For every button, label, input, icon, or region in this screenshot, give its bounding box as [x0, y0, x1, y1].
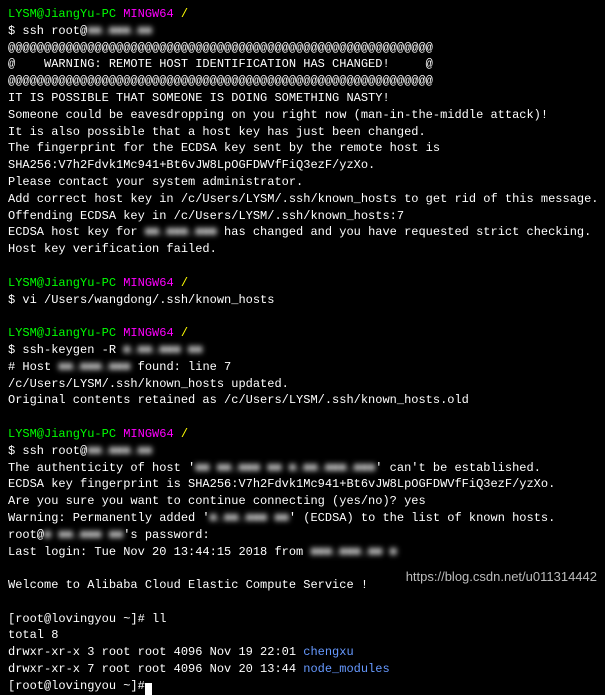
cmd-ssh-1: $ ssh root@■■.■■■.■■	[8, 23, 597, 40]
output-line: The authenticity of host '■■ ■■.■■■ ■■ ■…	[8, 460, 597, 477]
watermark: https://blog.csdn.net/u011314442	[406, 568, 597, 586]
output-line: It is also possible that a host key has …	[8, 124, 597, 141]
cmd-keygen: $ ssh-keygen -R ■.■■.■■■ ■■	[8, 342, 597, 359]
output-line: IT IS POSSIBLE THAT SOMEONE IS DOING SOM…	[8, 90, 597, 107]
cmd-ssh-2: $ ssh root@■■.■■■.■■	[8, 443, 597, 460]
output-line: Someone could be eavesdropping on you ri…	[8, 107, 597, 124]
prompt-line: LYSM@JiangYu-PC MINGW64 /	[8, 325, 597, 342]
ls-total: total 8	[8, 627, 597, 644]
output-line: SHA256:V7h2Fdvk1Mc941+Bt6vJW8LpOGFDWVfFi…	[8, 157, 597, 174]
output-line: ECDSA host key for ■■.■■■.■■■ has change…	[8, 224, 597, 241]
output-line: The fingerprint for the ECDSA key sent b…	[8, 140, 597, 157]
output-line: /c/Users/LYSM/.ssh/known_hosts updated.	[8, 376, 597, 393]
output-line: # Host ■■.■■■.■■■ found: line 7	[8, 359, 597, 376]
output-line: Original contents retained as /c/Users/L…	[8, 392, 597, 409]
warn-text: @ WARNING: REMOTE HOST IDENTIFICATION HA…	[8, 56, 597, 73]
output-line: Host key verification failed.	[8, 241, 597, 258]
ls-row: drwxr-xr-x 3 root root 4096 Nov 19 22:01…	[8, 644, 597, 661]
prompt-line: LYSM@JiangYu-PC MINGW64 /	[8, 6, 597, 23]
output-line[interactable]: Are you sure you want to continue connec…	[8, 493, 597, 510]
cursor-icon	[145, 683, 152, 695]
cmd-vi: $ vi /Users/wangdong/.ssh/known_hosts	[8, 292, 597, 309]
prompt-line: LYSM@JiangYu-PC MINGW64 /	[8, 426, 597, 443]
remote-prompt[interactable]: [root@lovingyou ~]#	[8, 678, 597, 695]
output-line: Offending ECDSA key in /c/Users/LYSM/.ss…	[8, 208, 597, 225]
output-line: Please contact your system administrator…	[8, 174, 597, 191]
output-line: Last login: Tue Nov 20 13:44:15 2018 fro…	[8, 544, 597, 561]
output-line: ECDSA key fingerprint is SHA256:V7h2Fdvk…	[8, 476, 597, 493]
warn-border: @@@@@@@@@@@@@@@@@@@@@@@@@@@@@@@@@@@@@@@@…	[8, 40, 597, 57]
remote-prompt: [root@lovingyou ~]# ll	[8, 611, 597, 628]
ls-row: drwxr-xr-x 7 root root 4096 Nov 20 13:44…	[8, 661, 597, 678]
warn-border: @@@@@@@@@@@@@@@@@@@@@@@@@@@@@@@@@@@@@@@@…	[8, 73, 597, 90]
output-line: Add correct host key in /c/Users/LYSM/.s…	[8, 191, 597, 208]
output-line: Warning: Permanently added '■.■■.■■■ ■■'…	[8, 510, 597, 527]
prompt-line: LYSM@JiangYu-PC MINGW64 /	[8, 275, 597, 292]
password-prompt[interactable]: root@■ ■■.■■■ ■■'s password:	[8, 527, 597, 544]
